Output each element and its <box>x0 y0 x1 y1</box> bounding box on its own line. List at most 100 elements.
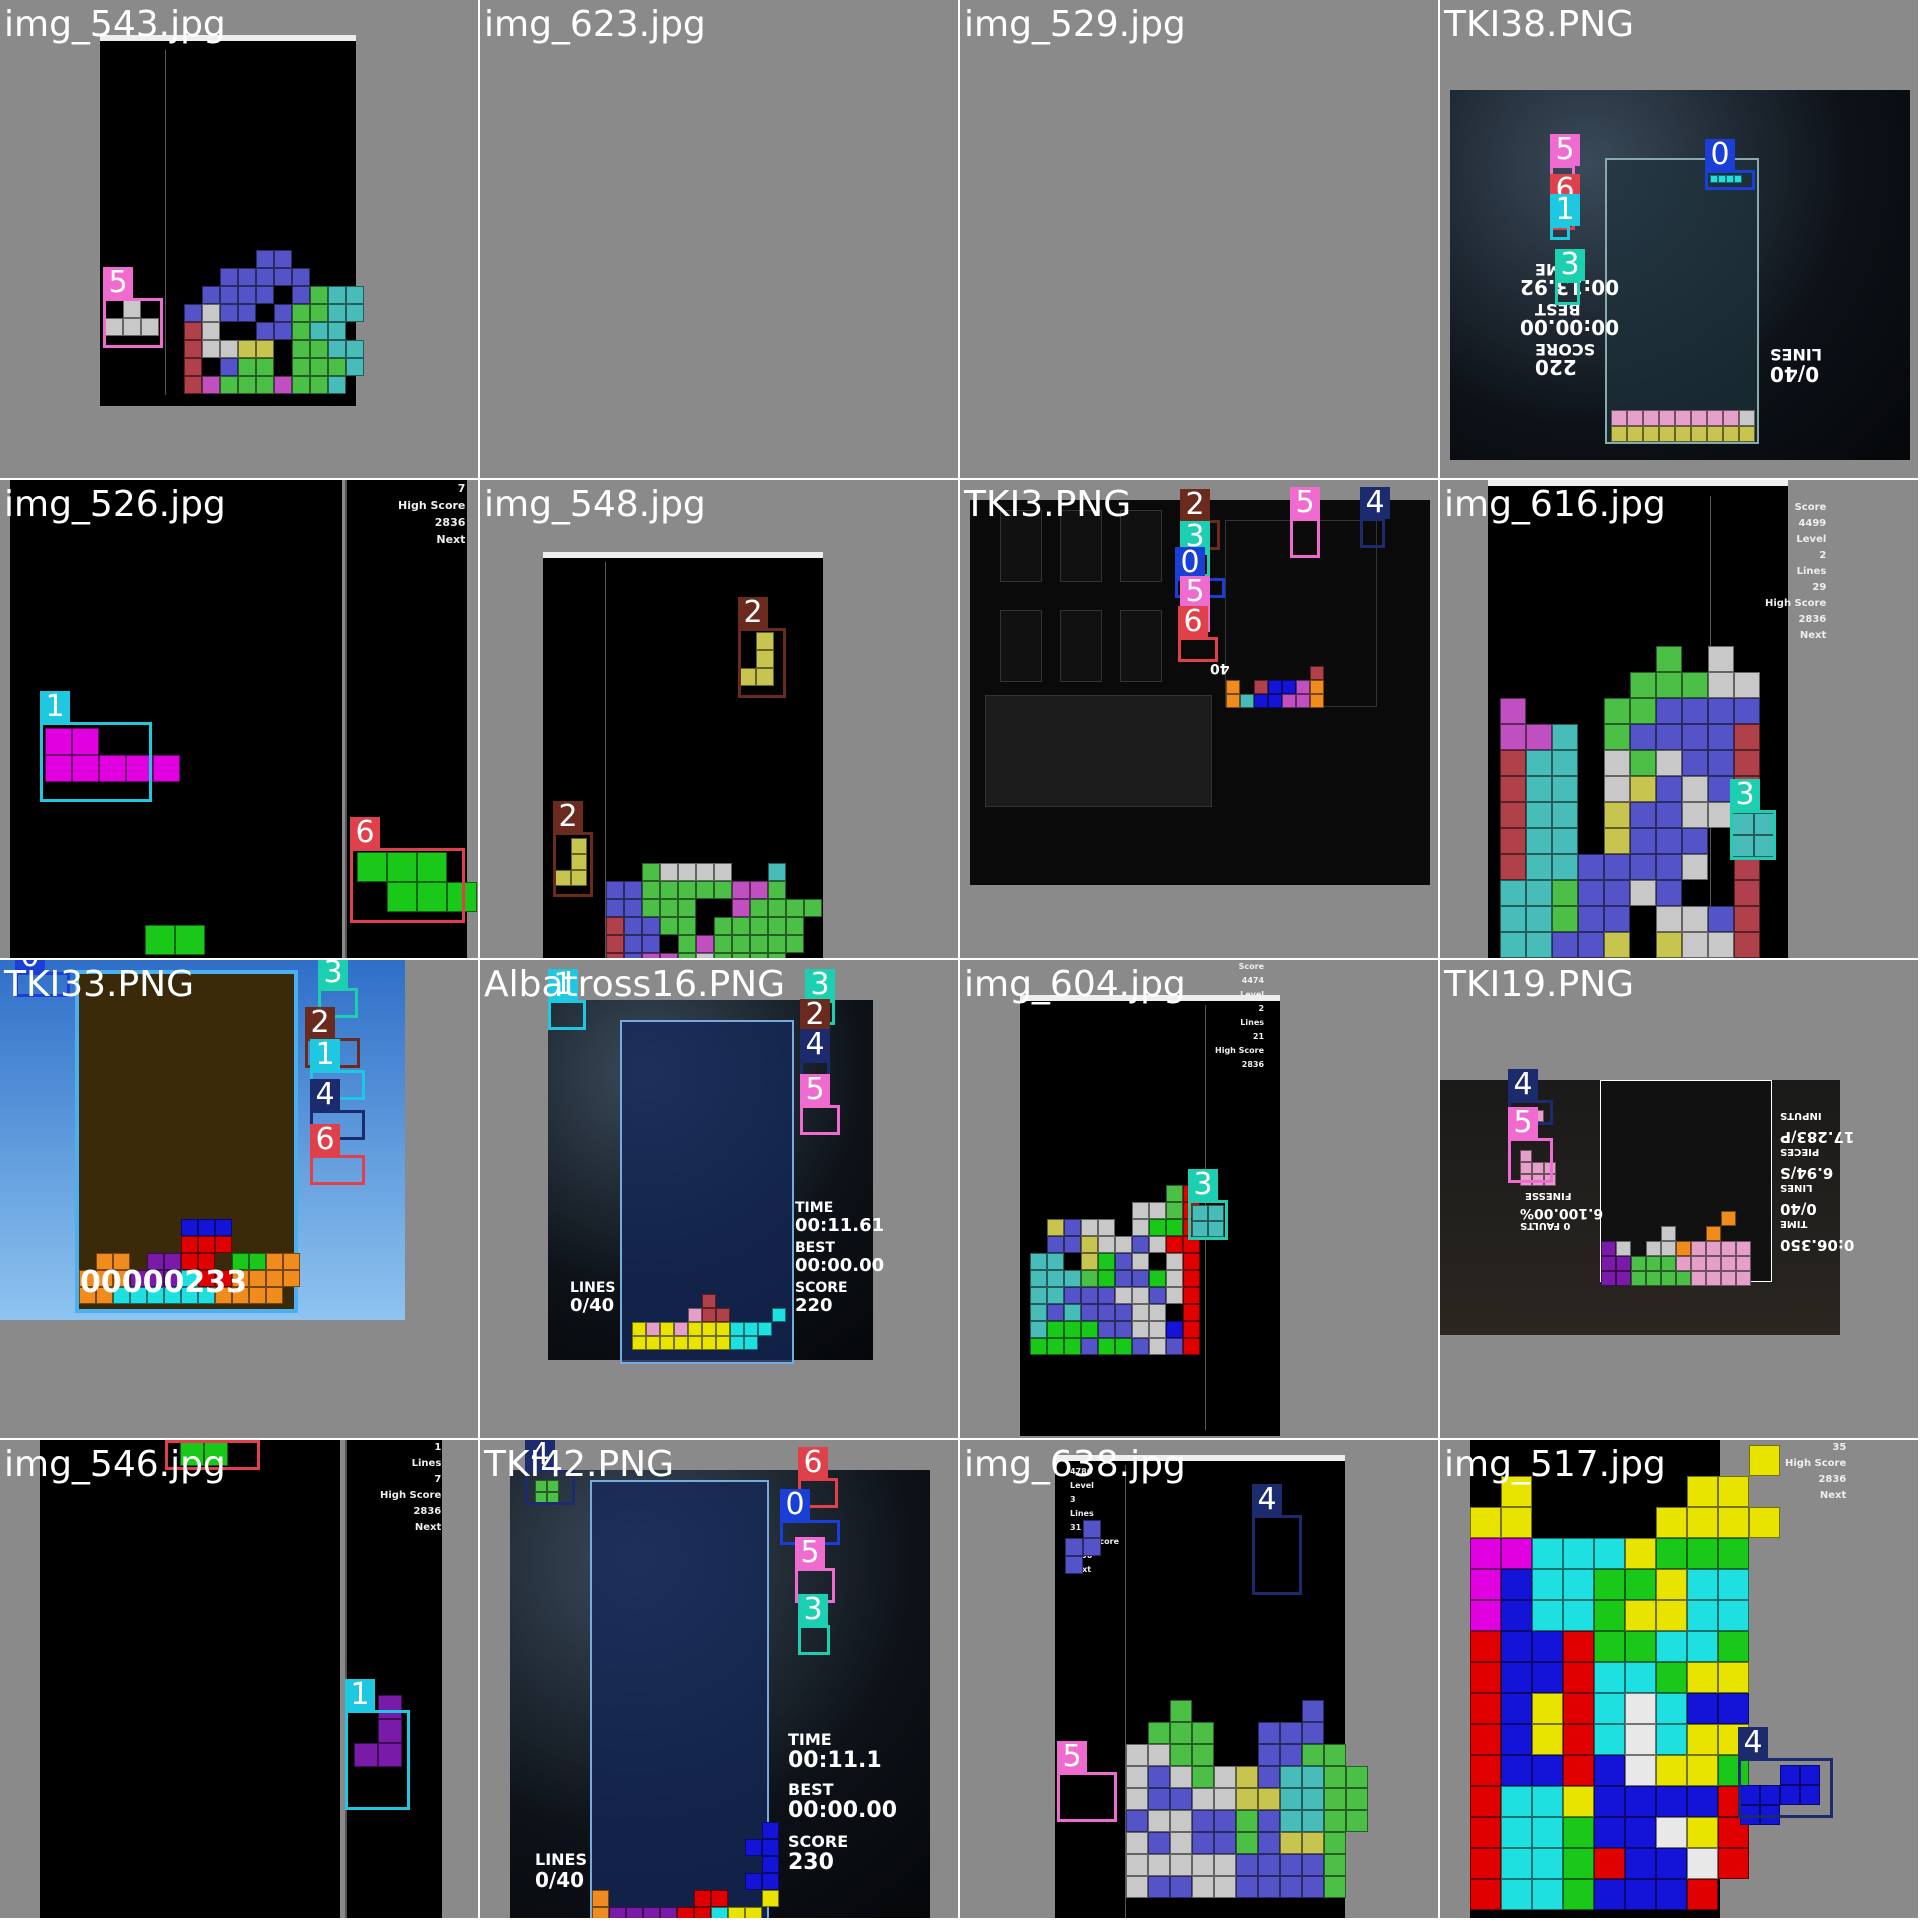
block <box>1470 1724 1501 1755</box>
block <box>1132 1338 1149 1355</box>
block <box>1064 1270 1081 1287</box>
block <box>1183 1321 1200 1338</box>
side-panel-text: Score 4499 Level 2 Lines 29 High Score 2836 Next <box>1765 500 1826 644</box>
side-text-line: 35 <box>1832 1442 1847 1453</box>
block <box>1149 1270 1166 1287</box>
block <box>1532 1600 1563 1631</box>
block <box>1691 1271 1706 1286</box>
block <box>274 268 292 286</box>
hud-text: 230 <box>788 1850 834 1875</box>
block <box>1656 880 1682 906</box>
block <box>1687 1476 1718 1507</box>
side-text-line: High Score <box>1785 1458 1847 1469</box>
playfield <box>75 970 300 1313</box>
block <box>1625 1662 1656 1693</box>
block <box>1691 410 1707 426</box>
block <box>660 1336 674 1350</box>
side-text-line: High Score <box>1765 598 1827 609</box>
side-text-line: 2 <box>1258 1004 1265 1013</box>
block <box>1656 906 1682 932</box>
block <box>1170 1810 1192 1832</box>
block <box>632 1322 646 1336</box>
block <box>1126 1832 1148 1854</box>
block <box>1604 750 1630 776</box>
detection-label: 5 <box>795 1537 825 1569</box>
block <box>1324 1876 1346 1898</box>
block <box>1708 906 1734 932</box>
block <box>624 917 642 935</box>
block <box>1563 1693 1594 1724</box>
block <box>1625 1600 1656 1631</box>
block <box>1682 828 1708 854</box>
block <box>1739 426 1755 442</box>
block <box>660 863 678 881</box>
detection-label: 5 <box>800 1074 830 1106</box>
hud-text: 17.283/P <box>1780 1128 1855 1146</box>
block <box>1563 1662 1594 1693</box>
block <box>1687 1538 1718 1569</box>
detection-label: 3 <box>798 1594 828 1626</box>
block <box>1126 1744 1148 1766</box>
block <box>1687 1786 1718 1817</box>
block <box>1098 1304 1115 1321</box>
block <box>1718 1569 1749 1600</box>
block <box>1302 1876 1324 1898</box>
block <box>328 376 346 394</box>
block <box>758 1322 772 1336</box>
block <box>702 1336 716 1350</box>
hud-text: 0/40 <box>535 1868 585 1892</box>
block <box>249 1253 266 1270</box>
image-tile: img_517.jpg 35 High Score 2836 Next 4 <box>1440 1440 1918 1918</box>
block <box>1611 410 1627 426</box>
block <box>310 358 328 376</box>
block <box>1630 776 1656 802</box>
block <box>274 376 292 394</box>
block <box>1501 1786 1532 1817</box>
block <box>1148 1766 1170 1788</box>
side-text-line: High Score <box>1215 1046 1265 1055</box>
image-filename: img_604.jpg <box>964 964 1186 1005</box>
block <box>1661 1226 1676 1241</box>
block <box>1500 698 1526 724</box>
block <box>1132 1202 1149 1219</box>
block <box>1226 694 1240 708</box>
block <box>1115 1287 1132 1304</box>
block <box>1166 1338 1183 1355</box>
block <box>716 1336 730 1350</box>
hud-text: 00:11.1 <box>788 1748 882 1773</box>
block <box>1625 1538 1656 1569</box>
block <box>1594 1600 1625 1631</box>
playfield <box>165 50 364 395</box>
block <box>1687 1631 1718 1662</box>
block <box>1532 1755 1563 1786</box>
image-filename: img_638.jpg <box>964 1444 1186 1485</box>
block <box>238 358 256 376</box>
block <box>1132 1219 1149 1236</box>
side-text-line: Next <box>1819 1490 1847 1501</box>
block <box>1734 672 1760 698</box>
block <box>1192 1744 1214 1766</box>
image-tile: img_529.jpgHigh Sc5Next4 <box>960 0 1438 478</box>
block <box>1214 1810 1236 1832</box>
block <box>1625 1848 1656 1879</box>
block <box>744 1336 758 1350</box>
side-text-line: Lines <box>1070 1509 1094 1518</box>
block <box>238 340 256 358</box>
block <box>274 322 292 340</box>
block <box>1149 1304 1166 1321</box>
block <box>1501 1538 1532 1569</box>
hud-text: LINES <box>1780 1182 1813 1193</box>
block <box>1594 1817 1625 1848</box>
block <box>1501 1507 1532 1538</box>
block <box>1706 1271 1721 1286</box>
detection-label: 3 <box>318 960 348 989</box>
block <box>1170 1700 1192 1722</box>
block <box>762 1873 779 1890</box>
block <box>1047 1236 1064 1253</box>
block <box>678 881 696 899</box>
block <box>1552 880 1578 906</box>
image-tile: TKI38.PNGTIME00:13.92BEST00:00.00SCORE22… <box>1440 0 1918 478</box>
block <box>1500 802 1526 828</box>
detection-box: 1 <box>40 691 152 802</box>
block <box>346 358 364 376</box>
